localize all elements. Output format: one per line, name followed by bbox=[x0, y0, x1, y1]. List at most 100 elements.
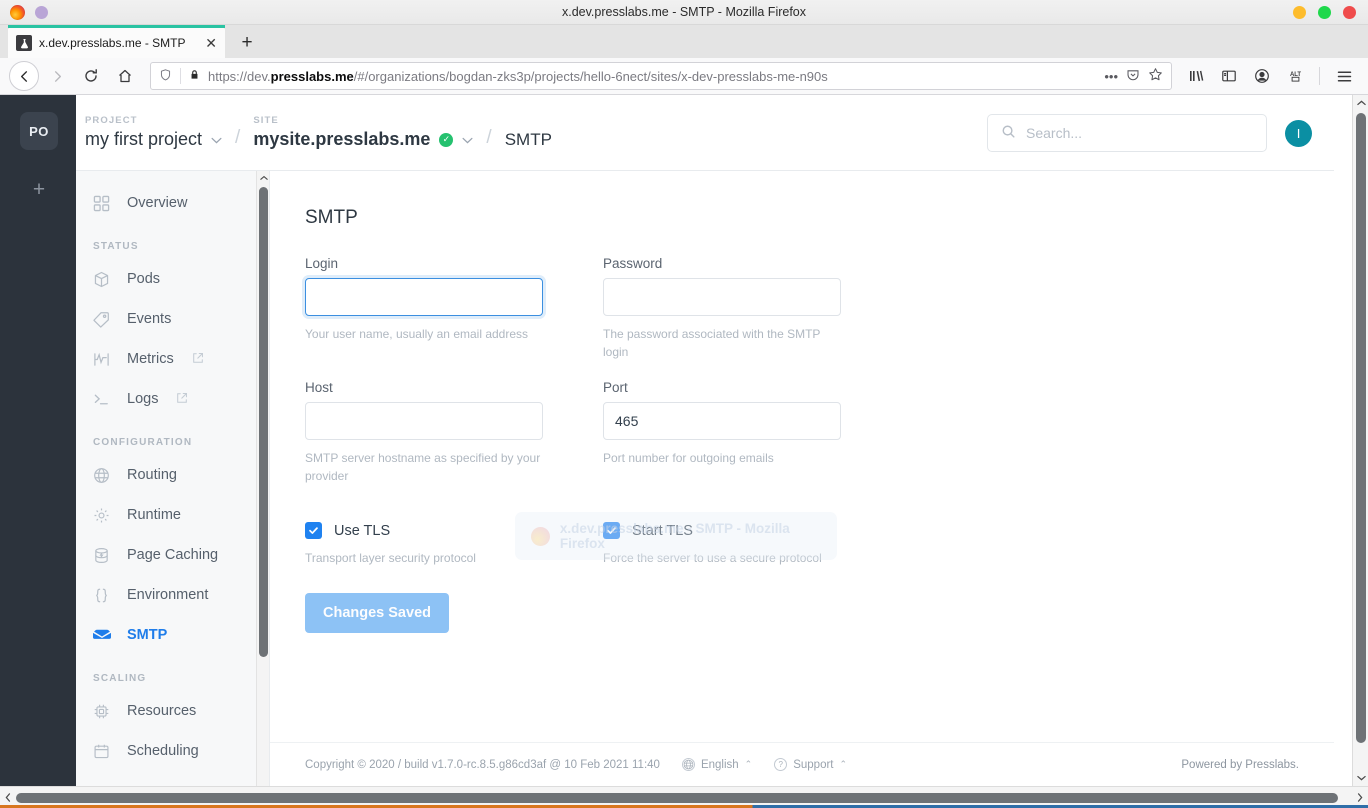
search-input[interactable] bbox=[1026, 125, 1253, 141]
sidebar-icon[interactable] bbox=[1214, 62, 1244, 90]
project-name[interactable]: my first project bbox=[85, 129, 202, 150]
form-row-server: Host SMTP server hostname as specified b… bbox=[305, 380, 1334, 485]
start-tls-checkbox[interactable] bbox=[603, 522, 620, 539]
search-box[interactable] bbox=[987, 114, 1267, 152]
password-label: Password bbox=[603, 256, 663, 271]
sidebar-item-page-caching[interactable]: Page Caching bbox=[76, 535, 269, 575]
smtp-form: x.dev.presslabs.me - SMTP - Mozilla Fire… bbox=[270, 229, 1334, 633]
page-scroll-up-icon[interactable] bbox=[1353, 95, 1368, 111]
alt-text-icon[interactable]: ALT bbox=[1280, 62, 1310, 90]
url-scheme: https://dev. bbox=[208, 68, 271, 84]
port-input[interactable] bbox=[603, 402, 841, 440]
page-vertical-scrollbar[interactable] bbox=[1352, 95, 1368, 786]
page-horizontal-scrollbar-thumb[interactable] bbox=[16, 792, 1338, 803]
breadcrumb-project[interactable]: PROJECT my first project bbox=[85, 115, 222, 150]
sidebar-item-label: SMTP bbox=[127, 627, 168, 643]
search-icon bbox=[1001, 124, 1016, 142]
page-viewport: PO + PROJECT my first project / SITE mys… bbox=[0, 95, 1368, 786]
port-label: Port bbox=[603, 380, 628, 395]
sidebar-item-metrics[interactable]: Metrics bbox=[76, 339, 269, 379]
form-row-credentials: Login Your user name, usually an email a… bbox=[305, 256, 1334, 361]
minimize-button-icon[interactable] bbox=[1293, 6, 1306, 19]
sidebar-item-overview[interactable]: Overview bbox=[76, 183, 269, 223]
tab-strip: x.dev.presslabs.me - SMTP ✕ + bbox=[0, 25, 1368, 58]
sidebar-item-label: Resources bbox=[127, 703, 197, 719]
url-bar[interactable]: https://dev.presslabs.me/#/organizations… bbox=[150, 62, 1172, 90]
sidebar-item-runtime[interactable]: Runtime bbox=[76, 495, 269, 535]
page-actions-icon[interactable]: ••• bbox=[1104, 69, 1118, 84]
close-button-icon[interactable] bbox=[1343, 6, 1356, 19]
sidebar-item-smtp[interactable]: SMTP bbox=[76, 615, 269, 655]
home-button[interactable] bbox=[109, 61, 141, 91]
breadcrumb: PROJECT my first project / SITE mysite.p… bbox=[76, 115, 552, 150]
window-titlebar: x.dev.presslabs.me - SMTP - Mozilla Fire… bbox=[0, 0, 1368, 25]
checkbox-group-use-tls: Use TLS Transport layer security protoco… bbox=[305, 522, 573, 633]
org-avatar[interactable]: PO bbox=[20, 112, 58, 150]
sidebar-item-label: Events bbox=[127, 311, 172, 327]
user-avatar[interactable]: I bbox=[1285, 119, 1312, 147]
header-right-group: I bbox=[987, 95, 1312, 171]
gear-icon bbox=[92, 506, 111, 525]
start-tls-label[interactable]: Start TLS bbox=[632, 523, 693, 539]
tab-title: x.dev.presslabs.me - SMTP bbox=[39, 36, 186, 50]
new-tab-button[interactable]: + bbox=[235, 31, 259, 55]
lock-icon[interactable] bbox=[189, 68, 200, 84]
question-icon: ? bbox=[774, 758, 788, 771]
sidebar-item-logs[interactable]: Logs bbox=[76, 379, 269, 419]
use-tls-help-text: Transport layer security protocol bbox=[305, 551, 476, 565]
window-right-controls[interactable] bbox=[1293, 0, 1356, 25]
site-chevron-down-icon[interactable] bbox=[462, 133, 473, 147]
password-help-text: The password associated with the SMTP lo… bbox=[603, 327, 821, 359]
sidebar-item-pods[interactable]: Pods bbox=[76, 259, 269, 299]
login-input[interactable] bbox=[305, 278, 543, 316]
tab-close-icon[interactable]: ✕ bbox=[205, 36, 217, 50]
page-scroll-down-icon[interactable] bbox=[1353, 770, 1368, 786]
host-input[interactable] bbox=[305, 402, 543, 440]
library-icon[interactable] bbox=[1181, 62, 1211, 90]
support-link[interactable]: ? Support ⌃ bbox=[774, 758, 847, 771]
account-icon[interactable] bbox=[1247, 62, 1277, 90]
sidebar-item-label: Runtime bbox=[127, 507, 181, 523]
sidebar-item-label: Pods bbox=[127, 271, 161, 287]
tracking-protection-icon[interactable] bbox=[159, 68, 172, 85]
add-organization-button[interactable]: + bbox=[20, 171, 58, 209]
maximize-button-icon[interactable] bbox=[1318, 6, 1331, 19]
flask-icon bbox=[16, 35, 32, 51]
sidebar-scrollbar[interactable] bbox=[256, 171, 269, 786]
port-help-text: Port number for outgoing emails bbox=[603, 451, 774, 465]
field-group-password: Password The password associated with th… bbox=[603, 256, 871, 361]
sidebar-item-routing[interactable]: Routing bbox=[76, 455, 269, 495]
breadcrumb-site[interactable]: SITE mysite.presslabs.me ✓ bbox=[253, 115, 473, 150]
use-tls-checkbox[interactable] bbox=[305, 522, 322, 539]
sidebar-item-scheduling[interactable]: Scheduling bbox=[76, 731, 269, 771]
site-name[interactable]: mysite.presslabs.me bbox=[253, 129, 430, 150]
url-text[interactable]: https://dev.presslabs.me/#/organizations… bbox=[208, 69, 1096, 84]
sidebar-item-environment[interactable]: Environment bbox=[76, 575, 269, 615]
footer-left-group: Copyright © 2020 / build v1.7.0-rc.8.5.g… bbox=[305, 758, 847, 771]
project-chevron-down-icon[interactable] bbox=[211, 133, 222, 147]
browser-tab[interactable]: x.dev.presslabs.me - SMTP ✕ bbox=[8, 28, 225, 58]
use-tls-label[interactable]: Use TLS bbox=[334, 523, 390, 539]
language-selector[interactable]: English ⌃ bbox=[681, 758, 752, 771]
sidebar-scrollbar-thumb[interactable] bbox=[259, 187, 268, 657]
window-title: x.dev.presslabs.me - SMTP - Mozilla Fire… bbox=[561, 5, 807, 19]
page-title: SMTP bbox=[305, 207, 358, 228]
bookmark-star-icon[interactable] bbox=[1148, 67, 1163, 85]
back-button[interactable] bbox=[9, 61, 39, 91]
save-button[interactable]: Changes Saved bbox=[305, 593, 449, 633]
pocket-icon[interactable] bbox=[1126, 68, 1140, 85]
password-input[interactable] bbox=[603, 278, 841, 316]
menu-icon[interactable] bbox=[1329, 62, 1359, 90]
sidebar-nav: Overview STATUS Pods Events Metrics Logs… bbox=[76, 171, 270, 786]
app-header: PROJECT my first project / SITE mysite.p… bbox=[76, 95, 1334, 171]
sidebar-item-label: Environment bbox=[127, 587, 209, 603]
form-row-tls: Use TLS Transport layer security protoco… bbox=[305, 522, 1334, 633]
sidebar-item-resources[interactable]: Resources bbox=[76, 691, 269, 731]
sidebar-item-events[interactable]: Events bbox=[76, 299, 269, 339]
page-vertical-scrollbar-thumb[interactable] bbox=[1356, 113, 1366, 743]
host-help-text: SMTP server hostname as specified by you… bbox=[305, 451, 541, 483]
sidebar-scroll-up-icon[interactable] bbox=[257, 171, 269, 185]
reload-button[interactable] bbox=[75, 61, 107, 91]
url-separator bbox=[180, 68, 181, 84]
copyright-text: Copyright © 2020 / build v1.7.0-rc.8.5.g… bbox=[305, 758, 660, 771]
